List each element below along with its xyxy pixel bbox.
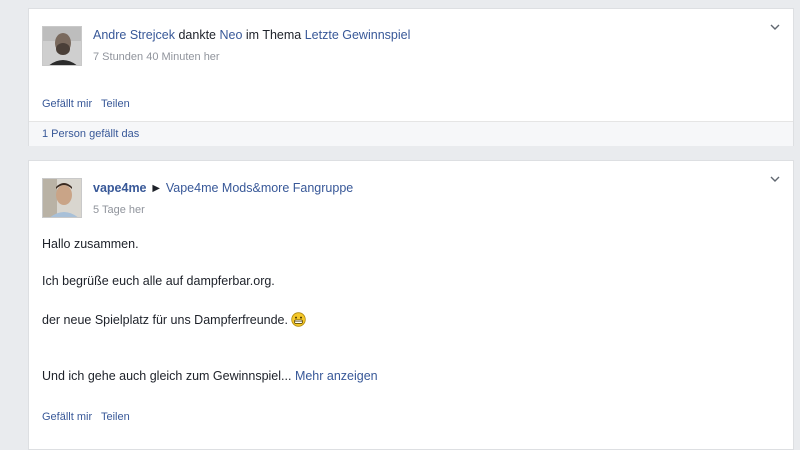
thread-link[interactable]: Letzte Gewinnspiel xyxy=(305,28,411,42)
author-link[interactable]: vape4me xyxy=(93,181,147,195)
timestamp[interactable]: 5 Tage her xyxy=(93,204,145,216)
avatar[interactable] xyxy=(42,178,82,218)
post-text: Und ich gehe auch gleich zum Gewinnspiel… xyxy=(42,369,292,383)
post-text-line: Und ich gehe auch gleich zum Gewinnspiel… xyxy=(42,369,378,383)
share-button[interactable]: Teilen xyxy=(101,98,130,110)
post-text-line: der neue Spielplatz für uns Dampferfreun… xyxy=(42,312,306,330)
show-more-link[interactable]: Mehr anzeigen xyxy=(295,369,378,383)
activity-verb: dankte xyxy=(178,28,216,42)
activity-context: im Thema xyxy=(245,28,302,42)
arrow-separator: ► xyxy=(150,181,163,195)
like-button[interactable]: Gefällt mir xyxy=(42,98,92,110)
avatar[interactable] xyxy=(42,26,82,66)
chevron-down-icon[interactable] xyxy=(767,171,783,187)
likes-summary[interactable]: 1 Person gefällt das xyxy=(42,128,139,140)
post-actions: Gefällt mir Teilen xyxy=(42,98,136,110)
activity-headline: Andre Strejcek dankte Neo im Thema Letzt… xyxy=(93,28,410,42)
post-text: der neue Spielplatz für uns Dampferfreun… xyxy=(42,313,288,327)
likes-summary-bar: 1 Person gefällt das xyxy=(29,121,793,146)
like-button[interactable]: Gefällt mir xyxy=(42,411,92,423)
smiley-icon xyxy=(291,312,306,330)
target-user-link[interactable]: Neo xyxy=(219,28,242,42)
post-text-line: Hallo zusammen. xyxy=(42,237,139,251)
activity-card: Andre Strejcek dankte Neo im Thema Letzt… xyxy=(28,8,794,146)
author-link[interactable]: Andre Strejcek xyxy=(93,28,175,42)
post-headline: vape4me ► Vape4me Mods&more Fangruppe xyxy=(93,181,353,195)
post-actions: Gefällt mir Teilen xyxy=(42,411,136,423)
group-link[interactable]: Vape4me Mods&more Fangruppe xyxy=(166,181,353,195)
chevron-down-icon[interactable] xyxy=(767,19,783,35)
share-button[interactable]: Teilen xyxy=(101,411,130,423)
post-text-line: Ich begrüße euch alle auf dampferbar.org… xyxy=(42,274,275,288)
post-card: vape4me ► Vape4me Mods&more Fangruppe 5 … xyxy=(28,160,794,450)
timestamp[interactable]: 7 Stunden 40 Minuten her xyxy=(93,51,220,63)
